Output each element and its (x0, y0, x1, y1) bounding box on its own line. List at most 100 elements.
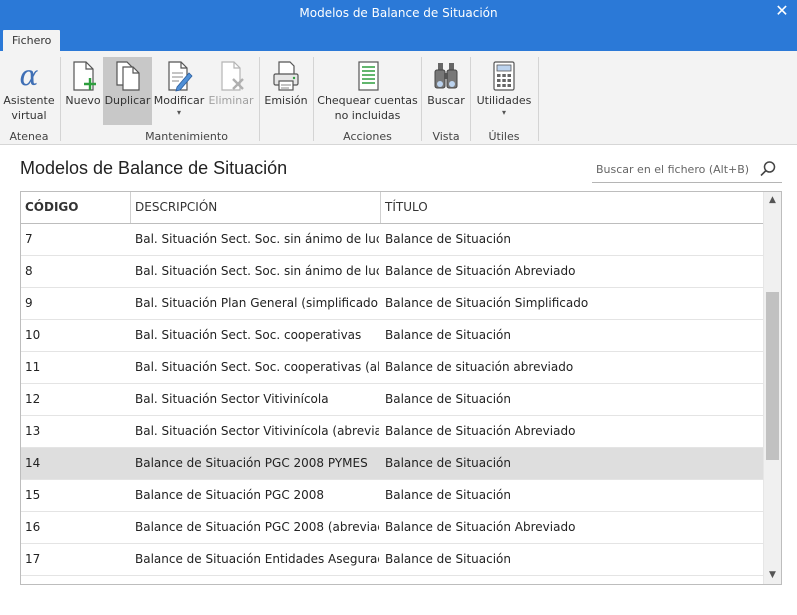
table-body: 7 Bal. Situación Sect. Soc. sin ánimo de … (21, 224, 763, 576)
cell-title: Balance de Situación (385, 456, 511, 470)
title-bar: Modelos de Balance de Situación ✕ (0, 0, 797, 27)
table-row[interactable]: 7 Bal. Situación Sect. Soc. sin ánimo de … (21, 224, 763, 256)
cell-desc: Balance de Situación Entidades Asegurado… (135, 552, 379, 566)
utilidades-dropdown-icon: ▾ (501, 108, 506, 117)
table-row[interactable]: 13 Bal. Situación Sector Vitivinícola (ab… (21, 416, 763, 448)
eliminar-button[interactable]: Eliminar (206, 57, 256, 125)
asistente-label-1: Asistente (3, 94, 55, 107)
asistente-virtual-button[interactable]: α Asistente virtual (2, 57, 56, 125)
eliminar-label: Eliminar (208, 94, 254, 107)
chequear-label-1: Chequear cuentas (317, 94, 418, 107)
table-row[interactable]: 14 Balance de Situación PGC 2008 PYMES Bal… (21, 448, 763, 480)
models-table: CÓDIGO DESCRIPCIÓN TÍTULO 7 Bal. Situació… (20, 191, 782, 585)
scroll-up-icon[interactable]: ▲ (764, 192, 781, 209)
table-row[interactable]: 15 Balance de Situación PGC 2008 Balance d… (21, 480, 763, 512)
table-row[interactable]: 12 Bal. Situación Sector Vitivinícola Bala… (21, 384, 763, 416)
cell-code: 14 (25, 456, 41, 470)
modificar-label: Modificar (153, 94, 205, 107)
ribbon-separator (259, 57, 260, 141)
group-utiles: Útiles (488, 130, 520, 143)
tab-fichero[interactable]: Fichero (3, 30, 61, 51)
table-header: CÓDIGO DESCRIPCIÓN TÍTULO (21, 192, 763, 224)
binoculars-icon (434, 63, 458, 89)
ribbon-separator (421, 57, 422, 141)
edit-document-icon (168, 61, 193, 92)
emision-label: Emisión (264, 94, 308, 107)
column-header-codigo[interactable]: CÓDIGO (21, 192, 131, 223)
cell-title: Balance de Situación Abreviado (385, 264, 576, 278)
ribbon: α Asistente virtual Atenea Nuevo Duplicar… (0, 51, 797, 145)
table-row[interactable]: 8 Bal. Situación Sect. Soc. sin ánimo de … (21, 256, 763, 288)
nuevo-button[interactable]: Nuevo (64, 57, 102, 125)
duplicar-label: Duplicar (104, 94, 151, 107)
cell-title: Balance de Situación Simplificado (385, 296, 589, 310)
close-button[interactable]: ✕ (773, 2, 791, 20)
asistente-label-2: virtual (11, 109, 47, 122)
svg-text:α: α (20, 59, 39, 92)
duplicate-icon (115, 61, 140, 91)
modificar-dropdown-icon: ▾ (176, 108, 181, 117)
cell-title: Balance de situación abreviado (385, 360, 574, 374)
cell-code: 8 (25, 264, 33, 278)
scrollbar-thumb[interactable] (766, 292, 779, 460)
cell-desc: Bal. Situación Sect. Soc. cooperativas (… (135, 360, 379, 374)
cell-code: 17 (25, 552, 41, 566)
modificar-button[interactable]: Modificar ▾ (153, 57, 205, 125)
cell-title: Balance de Situación (385, 232, 511, 246)
cell-title: Balance de Situación Abreviado (385, 520, 576, 534)
scroll-down-icon[interactable]: ▼ (764, 567, 781, 584)
emision-button[interactable]: Emisión (263, 57, 309, 125)
column-header-titulo[interactable]: TÍTULO (381, 192, 763, 223)
cell-code: 7 (25, 232, 33, 246)
cell-code: 10 (25, 328, 41, 342)
utilidades-button[interactable]: Utilidades ▾ (474, 57, 534, 125)
cell-code: 12 (25, 392, 41, 406)
table-row[interactable]: 11 Bal. Situación Sect. Soc. cooperativas… (21, 352, 763, 384)
cell-desc: Balance de Situación PGC 2008 (135, 488, 325, 502)
buscar-button[interactable]: Buscar (425, 57, 467, 125)
duplicar-button[interactable]: Duplicar (103, 57, 152, 125)
table-row[interactable]: 16 Balance de Situación PGC 2008 (abrevia… (21, 512, 763, 544)
calculator-icon (493, 61, 515, 91)
cell-desc: Balance de Situación PGC 2008 (abreviado… (135, 520, 379, 534)
nuevo-label: Nuevo (65, 94, 101, 107)
table-row[interactable]: 9 Bal. Situación Plan General (simplifica… (21, 288, 763, 320)
cell-title: Balance de Situación Abreviado (385, 424, 576, 438)
column-header-descripcion[interactable]: DESCRIPCIÓN (131, 192, 381, 223)
table-row[interactable]: 17 Balance de Situación Entidades Asegura… (21, 544, 763, 576)
tab-strip: Fichero (0, 27, 797, 51)
cell-title: Balance de Situación (385, 552, 511, 566)
ribbon-separator (470, 57, 471, 141)
cell-code: 13 (25, 424, 41, 438)
cell-code: 9 (25, 296, 33, 310)
cell-desc: Bal. Situación Sect. Soc. cooperativas (135, 328, 362, 342)
new-document-icon (73, 61, 96, 91)
group-mantenimiento: Mantenimiento (145, 130, 228, 143)
chequear-cuentas-button[interactable]: Chequear cuentas no incluidas (317, 57, 418, 125)
cell-desc: Bal. Situación Sector Vitivinícola (abre… (135, 424, 379, 438)
cell-desc: Bal. Situación Sector Vitivinícola (135, 392, 329, 406)
ribbon-separator (313, 57, 314, 141)
cell-title: Balance de Situación (385, 392, 511, 406)
close-icon: ✕ (775, 1, 789, 20)
group-vista: Vista (432, 130, 460, 143)
alpha-icon: α (20, 59, 39, 92)
group-atenea: Atenea (9, 130, 49, 143)
search-input[interactable] (596, 159, 752, 179)
chequear-label-2: no incluidas (334, 109, 401, 122)
cell-code: 11 (25, 360, 41, 374)
group-acciones: Acciones (343, 130, 392, 143)
table-row[interactable]: 10 Bal. Situación Sect. Soc. cooperativas… (21, 320, 763, 352)
cell-desc: Bal. Situación Sect. Soc. sin ánimo de l… (135, 232, 379, 246)
cell-desc: Bal. Situación Plan General (simplificad… (135, 296, 379, 310)
search-icon[interactable] (758, 159, 778, 179)
window-title: Modelos de Balance de Situación (299, 6, 498, 20)
vertical-scrollbar[interactable]: ▲ ▼ (763, 192, 781, 584)
cell-title: Balance de Situación (385, 488, 511, 502)
ribbon-separator (60, 57, 61, 141)
utilidades-label: Utilidades (476, 94, 532, 107)
buscar-label: Buscar (427, 94, 465, 107)
cell-desc: Bal. Situación Sect. Soc. sin ánimo de l… (135, 264, 379, 278)
cell-desc: Balance de Situación PGC 2008 PYMES (135, 456, 368, 470)
search-box (592, 155, 782, 183)
